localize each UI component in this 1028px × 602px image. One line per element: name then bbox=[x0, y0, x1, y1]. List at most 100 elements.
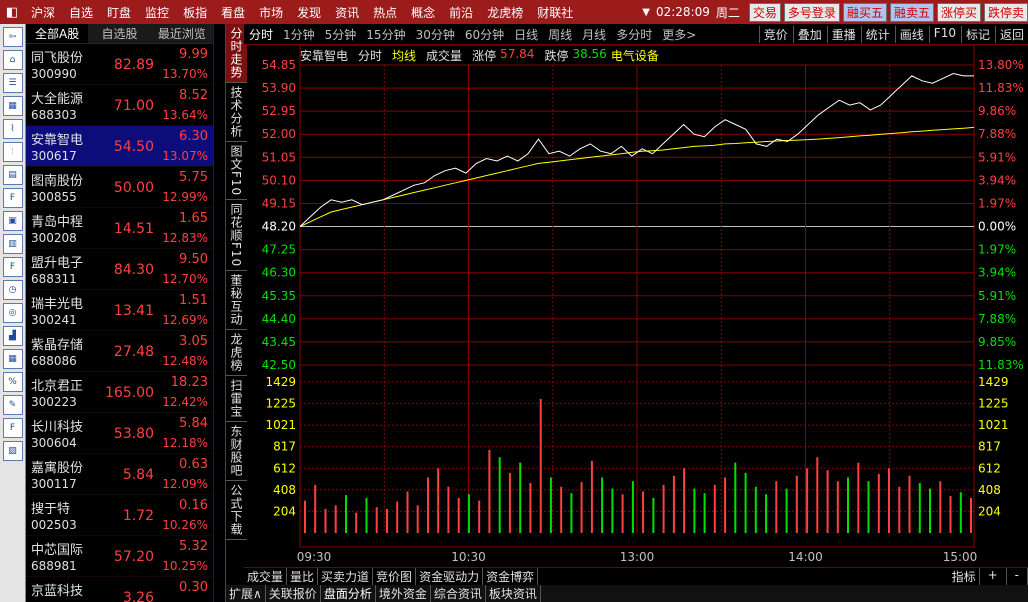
chart-tool-button[interactable]: 标记 bbox=[960, 25, 994, 43]
menu-dropdown-icon[interactable]: ▼ bbox=[642, 7, 650, 18]
stock-row[interactable]: 盟升电子 688311 84.30 9.50 12.70% bbox=[26, 249, 213, 290]
chart-tool-button[interactable]: F10 bbox=[928, 25, 960, 43]
app-logo-icon[interactable]: ◧ bbox=[0, 0, 24, 24]
stock-row[interactable]: 同飞股份 300990 82.89 9.99 13.70% bbox=[26, 44, 213, 85]
trade-button[interactable]: 跌停卖 bbox=[983, 2, 1028, 22]
menu-item[interactable]: 沪深 bbox=[24, 4, 62, 21]
pencil-icon[interactable]: ✎ bbox=[2, 395, 23, 415]
pct-tick-label: 5.91% bbox=[978, 150, 1016, 164]
period-tab[interactable]: 15分钟 bbox=[361, 26, 410, 43]
list-icon[interactable]: ☰ bbox=[2, 73, 23, 93]
volume-bar bbox=[447, 486, 450, 533]
period-tab[interactable]: 5分钟 bbox=[320, 26, 362, 43]
chart-tool-button[interactable]: 画线 bbox=[894, 25, 928, 43]
chart-box-icon[interactable]: ▨ bbox=[2, 441, 23, 461]
home-icon[interactable]: ⌂ bbox=[2, 50, 23, 70]
period-tab[interactable]: 日线 bbox=[509, 26, 543, 43]
menu-item[interactable]: 市场 bbox=[252, 4, 290, 21]
menu-item[interactable]: 发现 bbox=[290, 4, 328, 21]
chart-tool-button[interactable]: 竞价 bbox=[758, 25, 792, 43]
stock-row[interactable]: 瑞丰光电 300241 13.41 1.51 12.69% bbox=[26, 290, 213, 331]
chart-tool-button[interactable]: 返回 bbox=[994, 25, 1028, 43]
period-tab[interactable]: 分时 bbox=[244, 26, 278, 43]
stock-row[interactable]: 北京君正 300223 165.00 18.23 12.42% bbox=[26, 372, 213, 413]
subtab-fund-drive[interactable]: 资金驱动力 bbox=[416, 568, 484, 585]
grid-icon[interactable]: ▦ bbox=[2, 96, 23, 116]
subtab-auction[interactable]: 竞价图 bbox=[373, 568, 417, 585]
f5-icon[interactable]: F bbox=[2, 418, 23, 438]
bar-chart-icon[interactable]: ▟ bbox=[2, 326, 23, 346]
subtab-volume-ratio[interactable]: 量比 bbox=[287, 568, 319, 585]
menu-item[interactable]: 看盘 bbox=[214, 4, 252, 21]
chart-tool-button[interactable]: 叠加 bbox=[792, 25, 826, 43]
target-icon[interactable]: ◎ bbox=[2, 303, 23, 323]
bottomtab-market-analysis[interactable]: 盘面分析 bbox=[321, 585, 376, 602]
period-tab[interactable]: 多分时 bbox=[611, 26, 657, 43]
menu-item[interactable]: 前沿 bbox=[442, 4, 480, 21]
expand-button[interactable]: 扩展∧ bbox=[226, 585, 266, 602]
back-arrow-icon[interactable]: ⇦ bbox=[2, 27, 23, 47]
period-tab[interactable]: 周线 bbox=[543, 26, 577, 43]
tab-watchlist[interactable]: 自选股 bbox=[88, 24, 150, 43]
stock-row[interactable]: 搜于特 002503 1.72 0.16 10.26% bbox=[26, 495, 213, 536]
chart-tool-button[interactable]: 统计 bbox=[860, 25, 894, 43]
report-icon[interactable]: ▥ bbox=[2, 234, 23, 254]
bottomtab-related-quotes[interactable]: 关联报价 bbox=[266, 585, 321, 602]
intraday-chart[interactable]: 54.85 13.80% 53.90 11.83% 52.95 9.86% 52.00 7.8… bbox=[244, 45, 1028, 567]
stock-row[interactable]: 大全能源 688303 71.00 8.52 13.64% bbox=[26, 85, 213, 126]
tab-recent[interactable]: 最近浏览 bbox=[151, 24, 213, 43]
f10-icon[interactable]: F bbox=[2, 188, 23, 208]
indicator-button[interactable]: 指标 bbox=[949, 568, 980, 585]
chart-tool-button[interactable]: 重播 bbox=[826, 25, 860, 43]
bottomtab-sector-news[interactable]: 板块资讯 bbox=[486, 585, 541, 602]
volume-bar bbox=[549, 477, 552, 533]
calendar-icon[interactable]: ▣ bbox=[2, 211, 23, 231]
stock-row[interactable]: 青岛中程 300208 14.51 1.65 12.83% bbox=[26, 208, 213, 249]
trade-button[interactable]: 融买五 bbox=[842, 2, 887, 22]
menu-item[interactable]: 热点 bbox=[366, 4, 404, 21]
add-button[interactable]: + bbox=[980, 568, 1007, 585]
f12-icon[interactable]: F bbox=[2, 257, 23, 277]
menu-item[interactable]: 板指 bbox=[176, 4, 214, 21]
trade-button[interactable]: 交易 bbox=[748, 2, 781, 22]
stock-row[interactable]: 紫晶存储 688086 27.48 3.05 12.48% bbox=[26, 331, 213, 372]
menu-item[interactable]: 监控 bbox=[138, 4, 176, 21]
subtab-fund-game[interactable]: 资金博弈 bbox=[483, 568, 539, 585]
period-tab[interactable]: 1分钟 bbox=[278, 26, 320, 43]
stock-row[interactable]: 嘉寓股份 300117 5.84 0.63 12.09% bbox=[26, 454, 213, 495]
subtab-buy-sell-force[interactable]: 买卖力道 bbox=[318, 568, 374, 585]
trade-button[interactable]: 多号登录 bbox=[783, 2, 840, 22]
table-icon[interactable]: ▦ bbox=[2, 349, 23, 369]
remove-button[interactable]: - bbox=[1007, 568, 1028, 585]
menu-item[interactable]: 财联社 bbox=[530, 4, 580, 21]
tab-all-a-shares[interactable]: 全部A股 bbox=[26, 24, 89, 43]
clock-icon[interactable]: ◷ bbox=[2, 280, 23, 300]
bottomtab-foreign-funds[interactable]: 境外资金 bbox=[376, 585, 431, 602]
subtab-volume[interactable]: 成交量 bbox=[244, 568, 288, 585]
period-tab[interactable]: 更多> bbox=[657, 26, 701, 43]
volume-bar bbox=[314, 484, 317, 533]
menu-item[interactable]: 自选 bbox=[62, 4, 100, 21]
trade-button[interactable]: 涨停买 bbox=[936, 2, 981, 22]
stock-list-tabs: 全部A股 自选股 最近浏览 bbox=[26, 24, 213, 44]
stock-row[interactable]: 京蓝科技 3.26 0.30 bbox=[26, 577, 213, 602]
candlestick-icon[interactable]: ⫶ bbox=[2, 142, 23, 162]
volume-bar bbox=[406, 491, 409, 533]
menu-item[interactable]: 概念 bbox=[404, 4, 442, 21]
period-tab[interactable]: 30分钟 bbox=[411, 26, 460, 43]
stock-row[interactable]: 图南股份 300855 50.00 5.75 12.99% bbox=[26, 167, 213, 208]
period-tab[interactable]: 60分钟 bbox=[460, 26, 509, 43]
percent-icon[interactable]: % bbox=[2, 372, 23, 392]
stock-row[interactable]: 安靠智电 300617 54.50 6.30 13.07% bbox=[26, 126, 213, 167]
stock-row[interactable]: 长川科技 300604 53.80 5.84 12.18% bbox=[26, 413, 213, 454]
line-chart-icon[interactable]: ⌇ bbox=[2, 119, 23, 139]
bottomtab-news[interactable]: 综合资讯 bbox=[431, 585, 486, 602]
menu-item[interactable]: 龙虎榜 bbox=[480, 4, 530, 21]
volume-bar bbox=[672, 475, 675, 533]
layout-icon[interactable]: ▤ bbox=[2, 165, 23, 185]
trade-button[interactable]: 融卖五 bbox=[889, 2, 934, 22]
stock-row[interactable]: 中芯国际 688981 57.20 5.32 10.25% bbox=[26, 536, 213, 577]
menu-item[interactable]: 盯盘 bbox=[100, 4, 138, 21]
period-tab[interactable]: 月线 bbox=[577, 26, 611, 43]
menu-item[interactable]: 资讯 bbox=[328, 4, 366, 21]
